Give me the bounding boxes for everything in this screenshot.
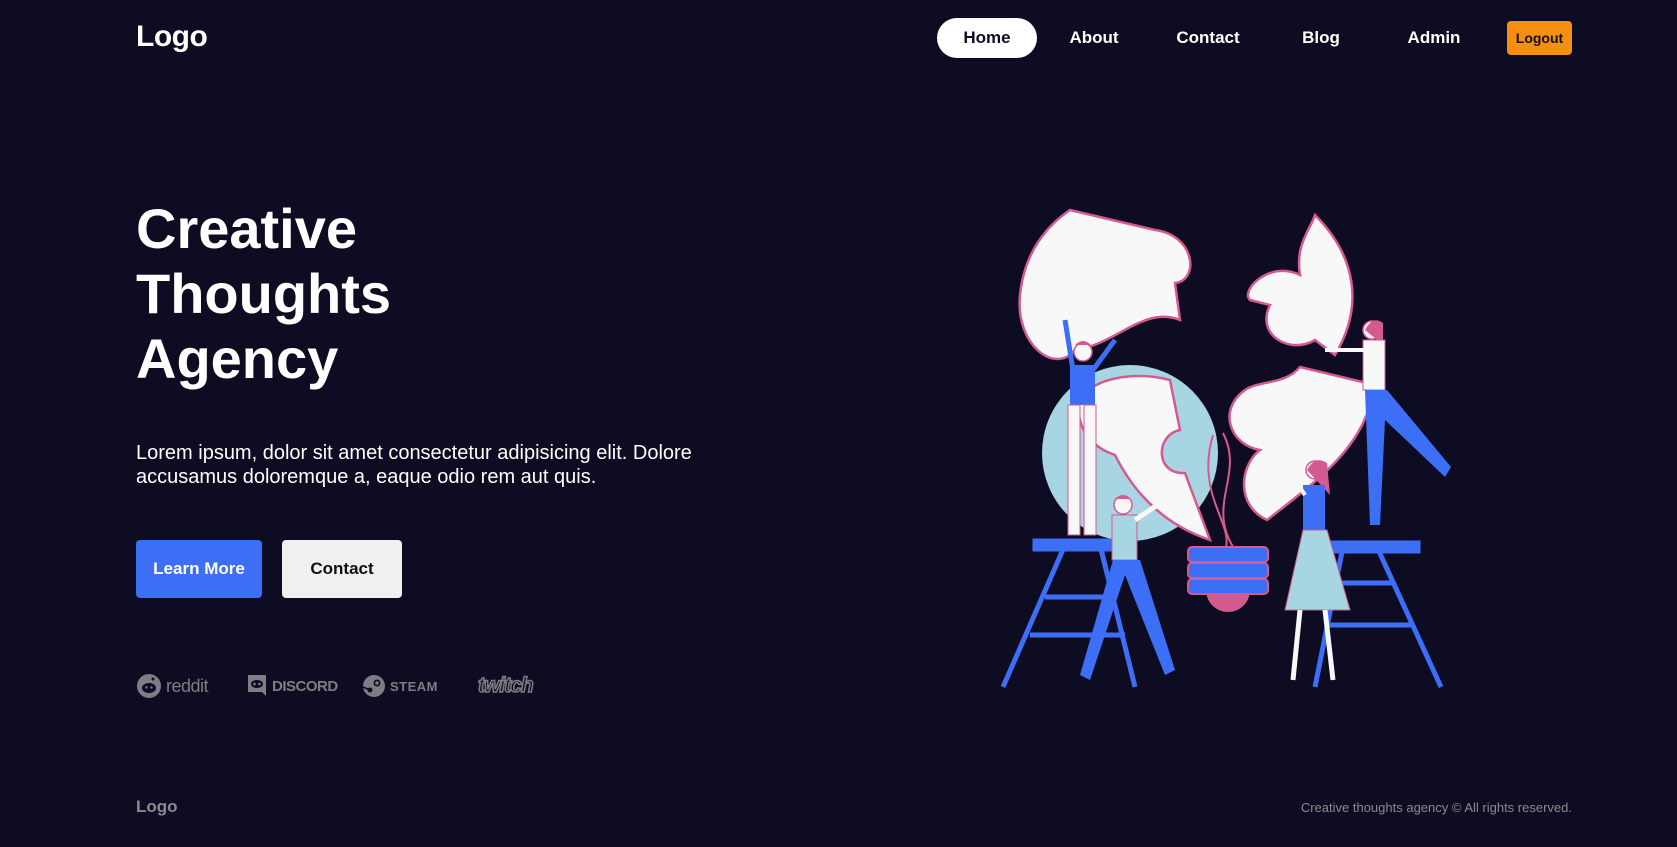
puzzle-piece [1018, 208, 1192, 361]
hero-description: Lorem ipsum, dolor sit amet consectetur … [136, 442, 692, 488]
nav-about-link[interactable]: About [1059, 18, 1129, 58]
hero-title-line: Agency [136, 327, 339, 390]
logout-button[interactable]: Logout [1507, 21, 1572, 55]
brand-steam-text: STEAM [390, 678, 438, 694]
puzzle-piece [1246, 212, 1354, 357]
discord-icon [248, 675, 266, 696]
brand-reddit: reddit [136, 670, 209, 702]
contact-button[interactable]: Contact [282, 540, 402, 598]
reddit-icon [137, 674, 161, 698]
brand-discord: DISCORD [246, 670, 338, 702]
hero-title: Creative Thoughts Agency [136, 196, 656, 391]
hero-title-line: Creative [136, 197, 358, 260]
brand-discord-text: DISCORD [272, 677, 338, 695]
logo[interactable]: Logo [136, 20, 208, 54]
teamwork-puzzle-illustration [1000, 208, 1451, 689]
server-stack [1187, 546, 1269, 612]
brand-steam: STEAM [362, 670, 438, 702]
puzzle-piece [1228, 365, 1377, 522]
footer-copyright: Creative thoughts agency © All rights re… [1300, 800, 1572, 815]
brand-logos: reddit DISCORD STEAM twitch [136, 670, 556, 702]
hero-title-line: Thoughts [136, 262, 392, 325]
nav-blog-link[interactable]: Blog [1291, 18, 1351, 58]
steam-icon [362, 675, 385, 697]
footer-logo[interactable]: Logo [136, 797, 178, 817]
site-header: Logo Home About Contact Blog Admin Logou… [0, 0, 1677, 78]
nav-contact-link[interactable]: Contact [1168, 18, 1248, 58]
twitch-icon: twitch [477, 673, 534, 698]
brand-twitch: twitch [474, 670, 534, 702]
nav-home-link[interactable]: Home [937, 18, 1037, 58]
brand-reddit-text: reddit [166, 675, 209, 696]
nav-admin-link[interactable]: Admin [1399, 18, 1469, 58]
learn-more-button[interactable]: Learn More [136, 540, 262, 598]
